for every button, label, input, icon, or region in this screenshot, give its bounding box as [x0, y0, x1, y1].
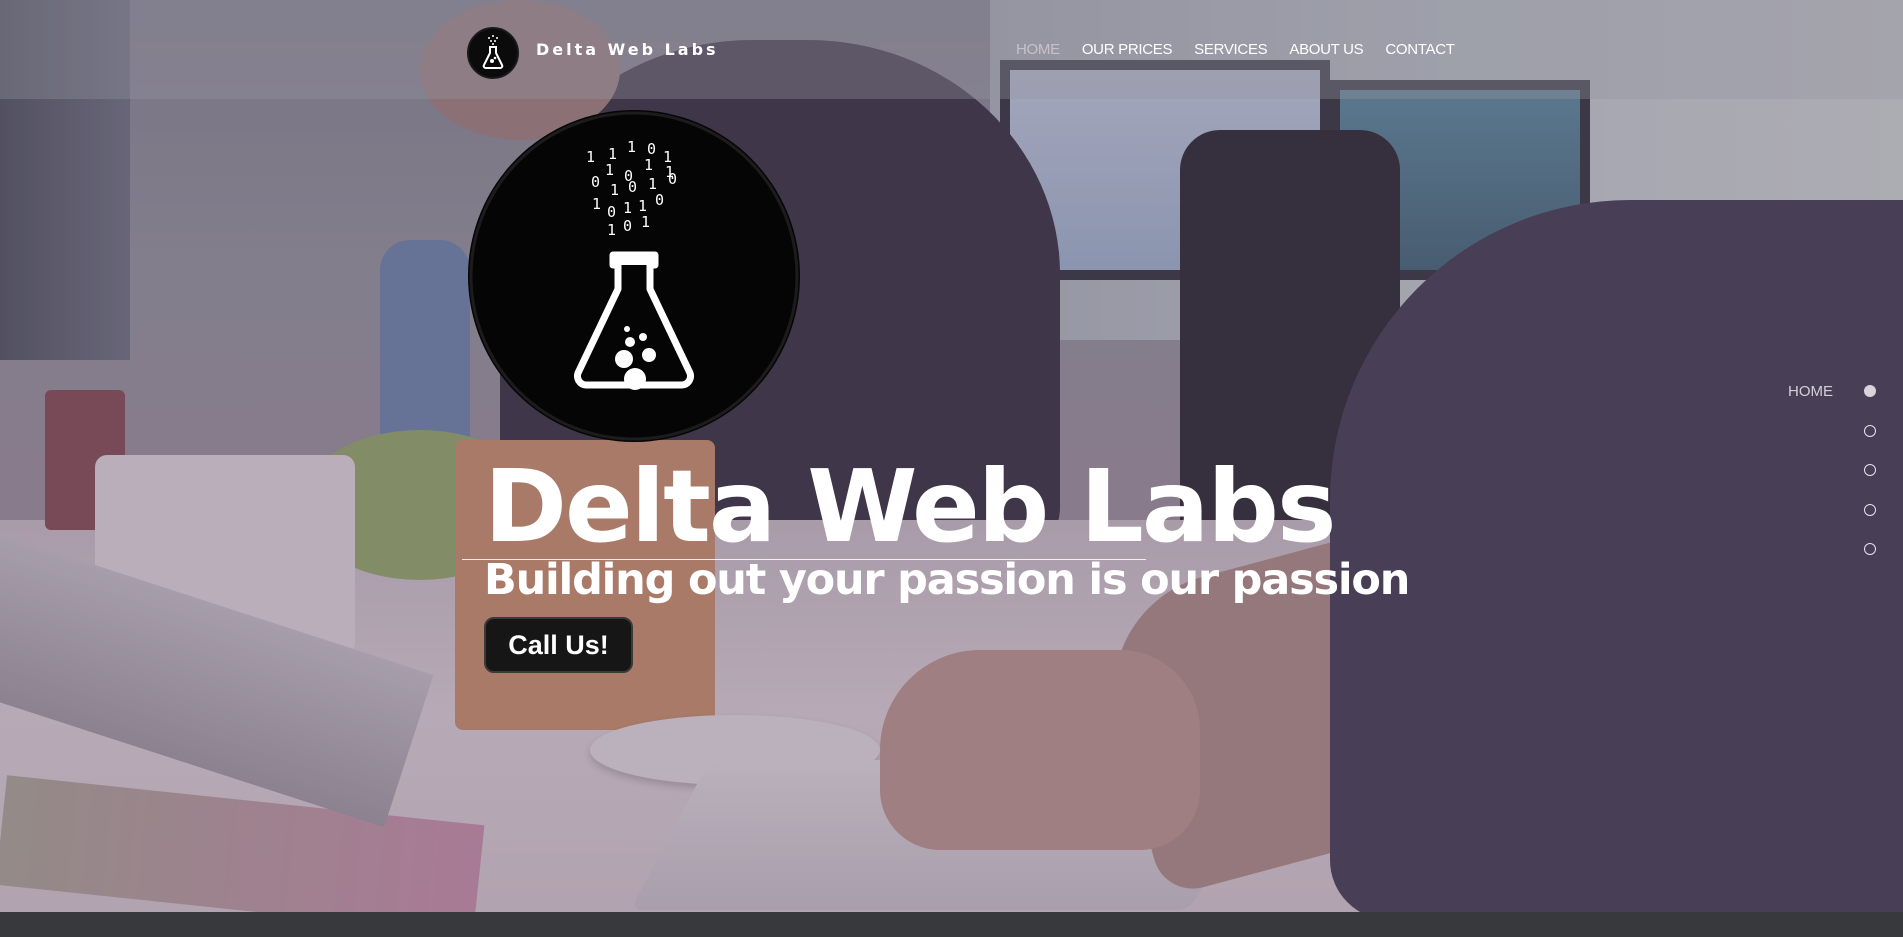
binary-digit: 1 — [644, 156, 653, 174]
section-dot-5[interactable] — [1864, 543, 1876, 555]
section-dot-4[interactable] — [1864, 504, 1876, 516]
section-dot-2[interactable] — [1864, 425, 1876, 437]
binary-digit: 1 — [605, 161, 614, 179]
binary-digit: 1 — [641, 213, 650, 231]
flask-binary-logo-icon: 1 1 0 111 01 10 1 0 1 01 0 1 1 01 0 1 — [468, 110, 800, 442]
main-nav: HOME OUR PRICES SERVICES ABOUT US CONTAC… — [1016, 41, 1477, 58]
nav-our-prices[interactable]: OUR PRICES — [1082, 41, 1173, 58]
section-dot-1[interactable] — [1864, 385, 1876, 397]
hero-subtitle: Building out your passion is our passion — [484, 555, 1410, 605]
hero-title: Delta Web Labs — [484, 448, 1336, 565]
section-dot-3[interactable] — [1864, 464, 1876, 476]
binary-digit: 0 — [628, 178, 637, 196]
nav-services[interactable]: SERVICES — [1194, 41, 1267, 58]
header-logo[interactable] — [467, 27, 519, 79]
binary-digit: 1 — [627, 138, 636, 156]
bottom-section-edge — [0, 912, 1903, 937]
site-header: Delta Web Labs HOME OUR PRICES SERVICES … — [0, 0, 1903, 99]
nav-about-us[interactable]: ABOUT US — [1289, 41, 1363, 58]
side-nav-active-label: HOME — [1788, 383, 1833, 400]
nav-home[interactable]: HOME — [1016, 41, 1060, 58]
binary-digit: 1 — [623, 199, 632, 217]
binary-digit: 1 — [607, 221, 616, 239]
binary-digit: 1 — [586, 148, 595, 166]
hero-logo: 1101110110101010110101 — [465, 107, 803, 445]
binary-digit: 0 — [623, 217, 632, 235]
binary-digit: 0 — [607, 203, 616, 221]
binary-digit: 1 — [592, 195, 601, 213]
brand-name[interactable]: Delta Web Labs — [536, 40, 719, 59]
binary-digit: 1 — [610, 181, 619, 199]
call-us-button[interactable]: Call Us! — [484, 617, 633, 673]
binary-digit: 0 — [655, 191, 664, 209]
binary-digit: 0 — [591, 173, 600, 191]
nav-contact[interactable]: CONTACT — [1385, 41, 1455, 58]
binary-digit: 0 — [668, 170, 677, 188]
flask-logo-icon — [482, 35, 504, 69]
